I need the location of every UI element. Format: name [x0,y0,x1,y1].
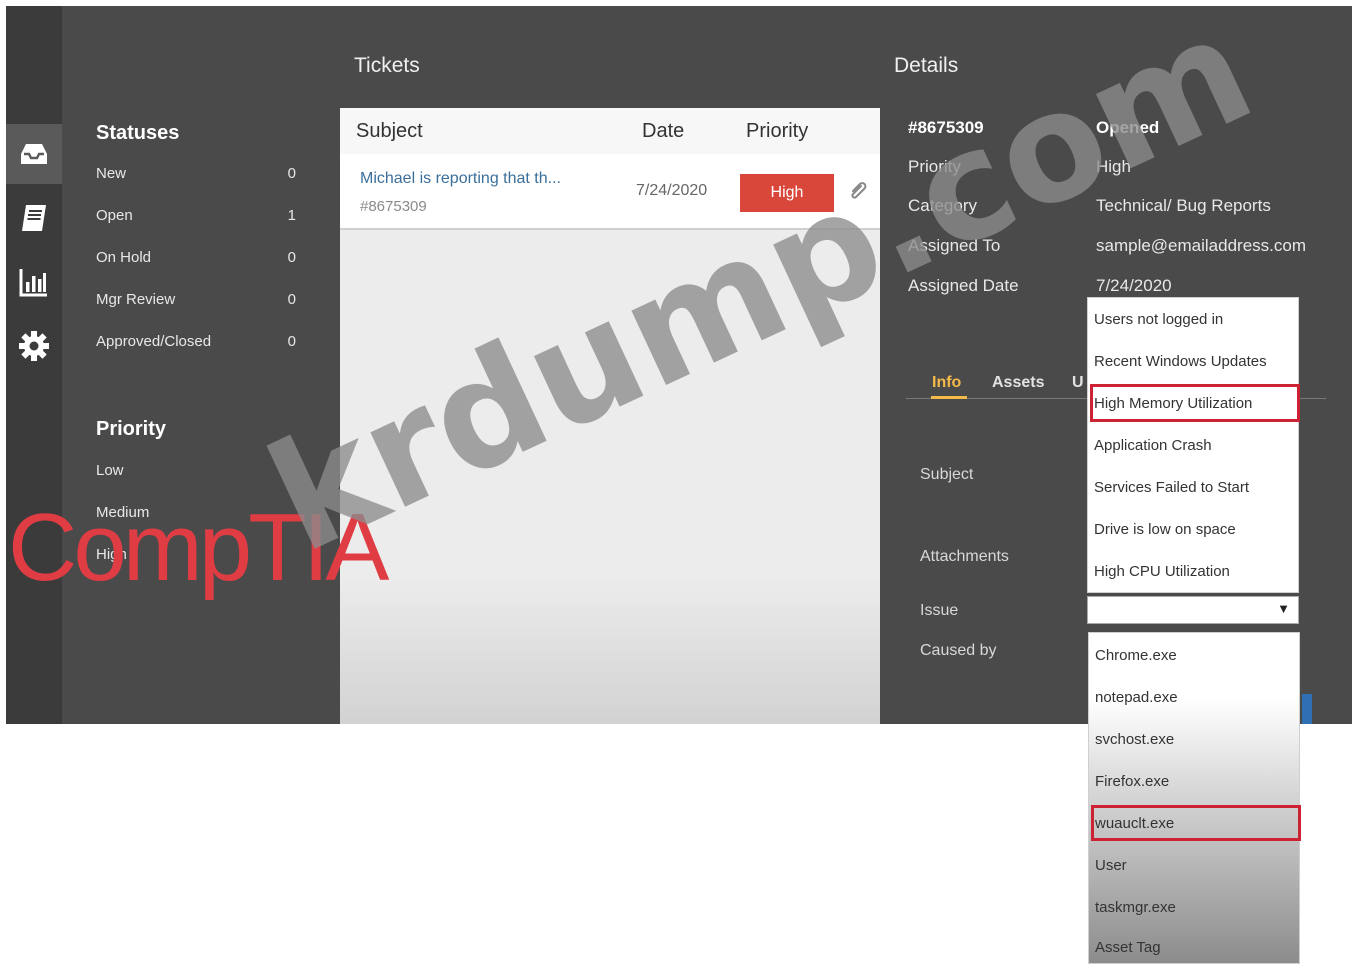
status-count: 1 [287,206,296,224]
icon-rail [6,6,62,724]
column-date[interactable]: Date [642,120,684,143]
issue-option[interactable]: Drive is low on space [1094,510,1292,548]
status-label: New [96,164,127,182]
status-open[interactable]: Open 1 [96,200,296,230]
subject-label: Subject [920,466,974,483]
caused-by-option[interactable]: Chrome.exe [1095,637,1293,673]
caused-by-option[interactable]: notepad.exe [1095,679,1293,715]
status-approved-closed[interactable]: Approved/Closed 0 [96,326,296,356]
issue-option[interactable]: Users not logged in [1094,300,1292,338]
gear-icon [19,331,49,361]
tab-u[interactable]: U [1072,374,1084,392]
inbox-icon [21,144,47,164]
status-label: Mgr Review [96,290,176,308]
status-mgr-review[interactable]: Mgr Review 0 [96,284,296,314]
issue-option[interactable]: High CPU Utilization [1094,552,1292,590]
chart-icon [19,269,47,297]
statuses-heading: Statuses [96,122,180,144]
status-count: 0 [287,248,296,266]
issue-option[interactable]: Application Crash [1094,426,1292,464]
issue-dropdown-list: Users not logged in Recent Windows Updat… [1087,297,1300,593]
status-label: Open [96,206,133,224]
status-label: Approved/Closed [96,332,212,350]
status-count: 0 [287,290,296,308]
assigned-date-value: 7/24/2020 [1096,276,1172,295]
reports-button[interactable] [6,252,62,312]
issue-option-selected[interactable]: High Memory Utilization [1090,384,1300,422]
priority-low[interactable]: Low [96,462,124,479]
status-count: 0 [287,164,296,182]
issue-option[interactable]: Recent Windows Updates [1094,342,1292,380]
caused-by-option[interactable]: svchost.exe [1095,721,1293,757]
caused-by-option[interactable]: Firefox.exe [1095,763,1293,799]
ticket-date: 7/24/2020 [636,182,708,199]
assigned-to-value: sample@emailaddress.com [1096,236,1307,255]
priority-heading: Priority [96,418,167,440]
caused-by-option-selected[interactable]: wuauclt.exe [1091,805,1301,841]
active-tab-indicator [931,396,967,399]
tickets-title: Tickets [354,54,420,77]
issue-label: Issue [920,602,959,619]
caused-by-dropdown-list: Chrome.exe notepad.exe svchost.exe Firef… [1088,632,1301,965]
status-new[interactable]: New 0 [96,158,296,188]
inbox-button[interactable] [6,124,62,184]
chevron-down-icon: ▼ [1277,601,1290,616]
status-label: On Hold [96,248,152,266]
attachments-label: Attachments [920,548,1009,565]
knowledge-base-button[interactable] [6,188,62,248]
caused-by-option[interactable]: Asset Tag [1095,929,1293,965]
issue-option[interactable]: Services Failed to Start [1094,468,1292,506]
book-icon [22,205,46,231]
column-priority[interactable]: Priority [746,120,808,143]
details-title: Details [894,54,959,77]
status-on-hold[interactable]: On Hold 0 [96,242,296,272]
issue-select[interactable]: ▼ [1087,596,1299,624]
tab-info[interactable]: Info [932,374,961,392]
status-count: 0 [287,332,296,350]
ticket-id: #8675309 [360,198,427,215]
caused-by-label: Caused by [920,642,997,659]
settings-button[interactable] [6,316,62,376]
tickets-header: Subject Date Priority [340,108,880,154]
caused-by-option[interactable]: taskmgr.exe [1095,889,1293,925]
column-subject[interactable]: Subject [356,120,423,143]
submit-button-edge[interactable] [1302,694,1312,724]
ticket-subject[interactable]: Michael is reporting that th... [360,170,561,188]
caused-by-option[interactable]: User [1095,847,1293,883]
tab-assets[interactable]: Assets [992,374,1044,392]
